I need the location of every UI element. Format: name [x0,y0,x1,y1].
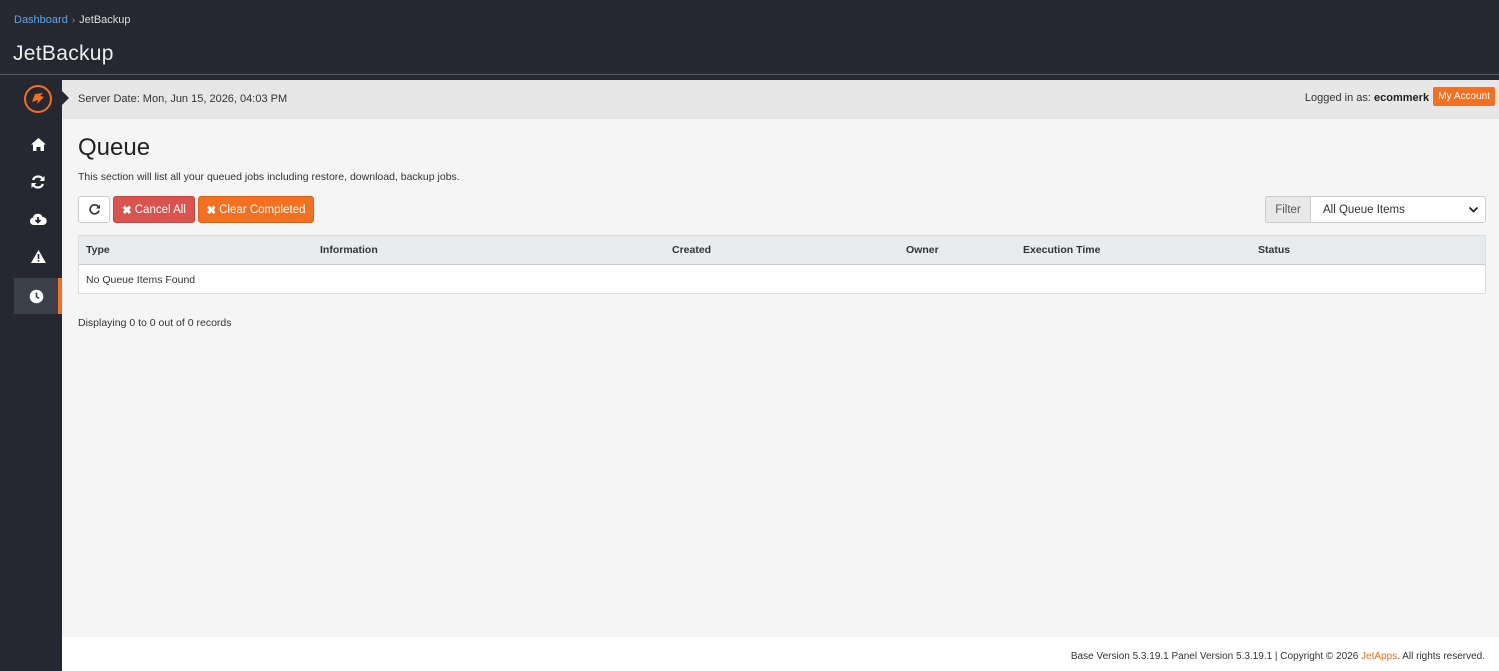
column-header-status[interactable]: Status [1258,244,1290,256]
refresh-icon [88,204,100,215]
filter-select[interactable]: All Queue Items [1310,196,1486,223]
queue-table: Type Information Created Owner Execution… [78,235,1486,294]
refresh-button[interactable] [78,196,110,223]
breadcrumb-separator: › [71,15,76,26]
sidebar-item-home[interactable] [14,126,62,162]
clear-completed-label: Clear Completed [219,203,306,216]
column-header-information[interactable]: Information [320,244,378,256]
logged-in-label: Logged in as: [1304,92,1371,104]
sidebar-item-queue[interactable] [14,278,62,314]
divider [0,74,1499,75]
column-header-type[interactable]: Type [86,244,110,256]
header-pointer [62,91,69,105]
home-icon [30,137,46,151]
header-bar: Server Date: Mon, Jun 15, 2026, 04:03 PM… [62,80,1499,119]
cloud-download-icon [30,213,47,225]
cancel-all-label: Cancel All [134,203,186,216]
logged-in-info: Logged in as: ecommerk | [1305,92,1435,104]
close-icon: ✖ [206,204,217,217]
records-count: Displaying 0 to 0 out of 0 records [78,317,232,329]
top-bar: Dashboard › JetBackup JetBackup [0,0,1499,75]
username: ecommerk [1374,92,1430,104]
jetbackup-logo[interactable] [24,85,52,113]
sync-icon [31,175,45,189]
page-description: This section will list all your queued j… [78,171,460,183]
chevron-down-icon [1468,206,1479,213]
sidebar-item-backups[interactable] [14,164,62,200]
sidebar-item-downloads[interactable] [14,201,62,237]
jetapps-link[interactable]: JetApps [1361,651,1397,662]
footer-text: Base Version 5.3.19.1 Panel Version 5.3.… [1071,651,1485,662]
warning-icon [30,249,46,263]
filter-label: Filter [1265,196,1311,223]
cancel-all-button[interactable]: ✖ Cancel All [113,196,195,223]
clear-completed-button[interactable]: ✖ Clear Completed [198,196,314,223]
column-header-execution-time[interactable]: Execution Time [1023,244,1100,256]
footer: Base Version 5.3.19.1 Panel Version 5.3.… [62,637,1499,671]
breadcrumb-dashboard-link[interactable]: Dashboard [14,14,68,26]
filter-select-value: All Queue Items [1323,203,1405,216]
footer-version: Base Version 5.3.19.1 Panel Version 5.3.… [1070,651,1362,662]
my-account-button[interactable]: My Account [1433,87,1495,106]
app-title: JetBackup [13,42,114,65]
footer-rights: . All rights reserved. [1397,651,1485,662]
main-content: Server Date: Mon, Jun 15, 2026, 04:03 PM… [62,80,1499,671]
server-date: Server Date: Mon, Jun 15, 2026, 04:03 PM [78,93,288,105]
column-header-created[interactable]: Created [672,244,711,256]
clock-icon [29,289,43,303]
jetbackup-logo-icon [32,93,44,104]
empty-table-message: No Queue Items Found [86,274,196,286]
column-header-owner[interactable]: Owner [906,244,939,256]
page-title: Queue [78,134,151,161]
sidebar-item-alerts[interactable] [14,238,62,274]
breadcrumb: Dashboard › JetBackup [14,14,131,26]
breadcrumb-current: JetBackup [79,14,131,26]
close-icon: ✖ [122,204,132,217]
sidebar [14,80,62,671]
table-header: Type Information Created Owner Execution… [79,236,1485,265]
